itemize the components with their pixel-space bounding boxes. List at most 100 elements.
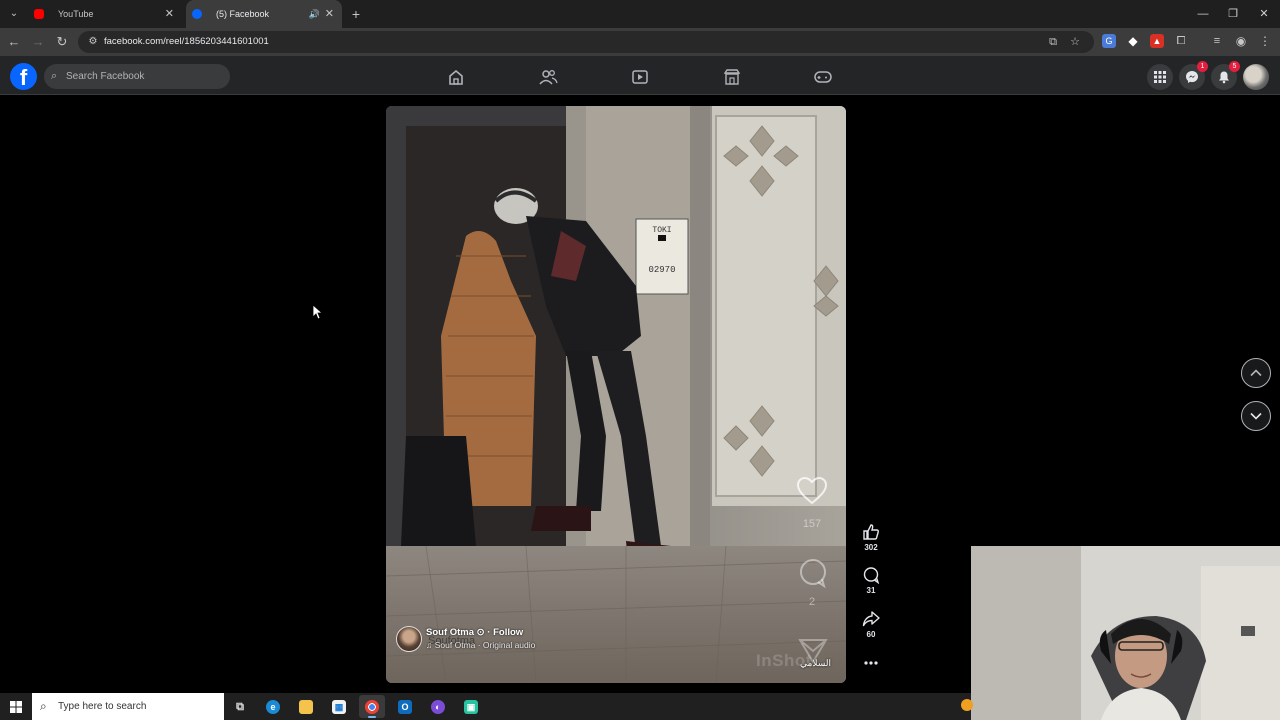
comment-button[interactable]: 31	[858, 566, 884, 595]
like-count: 302	[864, 543, 878, 552]
new-tab-button[interactable]: +	[346, 4, 366, 24]
thumbs-up-icon	[863, 524, 879, 540]
webcam-overlay	[971, 546, 1280, 720]
task-view-button[interactable]: ⧉	[227, 695, 253, 718]
profile-icon[interactable]: ◉	[1234, 34, 1248, 48]
door-plate-top: TOKI	[652, 226, 671, 235]
menu-button[interactable]	[1147, 64, 1173, 90]
chevron-up-icon	[1250, 369, 1262, 377]
reel-author: Souf Otma ⊙ · Follow Soufotma ♫ Souf Otm…	[396, 626, 696, 656]
file-explorer-button[interactable]	[293, 695, 319, 718]
app-button[interactable]: ▣	[458, 695, 484, 718]
outlook-button[interactable]: O	[392, 695, 418, 718]
extension-diamond-icon[interactable]: ◆	[1126, 34, 1140, 48]
media-control-icon[interactable]: ≡	[1210, 34, 1224, 48]
overlay-comment-count: 2	[808, 596, 816, 608]
overlay-comment-icon	[800, 559, 826, 588]
more-options-button[interactable]	[858, 654, 884, 672]
task-view-icon: ⧉	[236, 701, 244, 713]
browser-toolbar: ← → ↻ ⚙ facebook.com/reel/18562034416010…	[0, 28, 1280, 56]
forward-button[interactable]: →	[28, 32, 48, 52]
apps-grid-icon	[1154, 71, 1166, 83]
restore-button[interactable]: ❐	[1218, 0, 1248, 28]
video-icon	[632, 70, 648, 84]
follow-button[interactable]: Follow	[493, 627, 523, 638]
audio-label: Souf Otma · Original audio	[434, 640, 536, 650]
share-icon	[862, 611, 880, 627]
speaker-icon[interactable]: 🔊	[309, 0, 320, 28]
app-icon: ◐	[431, 700, 445, 714]
address-bar[interactable]: ⚙ facebook.com/reel/1856203441601001 ⧉ ☆	[78, 31, 1094, 53]
browser-tab-strip: ⌄ YouTube ✕ (5) Facebook 🔊 ✕ + — ❐ ✕	[0, 0, 1280, 28]
previous-reel-button[interactable]	[1241, 358, 1271, 388]
facebook-search-input[interactable]	[66, 64, 226, 89]
app-icon: ▣	[464, 700, 478, 714]
app-button[interactable]: ◐	[425, 695, 451, 718]
back-button[interactable]: ←	[4, 32, 24, 52]
nav-gaming[interactable]	[809, 64, 837, 90]
next-reel-button[interactable]	[1241, 401, 1271, 431]
like-button[interactable]: 302	[858, 523, 884, 552]
webcam-feed	[971, 546, 1280, 720]
tab-youtube[interactable]: YouTube ✕	[28, 0, 182, 28]
edge-icon: e	[266, 700, 280, 714]
nav-video[interactable]	[626, 64, 654, 90]
author-avatar[interactable]	[396, 626, 422, 652]
taskbar-search-input[interactable]	[58, 693, 218, 720]
search-icon: ⌕	[40, 699, 47, 713]
outlook-icon: O	[398, 700, 412, 714]
account-avatar[interactable]	[1243, 64, 1269, 90]
translate-extension-icon[interactable]: G	[1102, 34, 1116, 48]
door-plate-number: 02970	[648, 265, 675, 275]
comment-count: 31	[866, 586, 876, 595]
friends-icon	[539, 70, 558, 85]
chrome-icon	[365, 700, 379, 714]
nav-marketplace[interactable]	[718, 64, 746, 90]
music-note-icon: ♫	[426, 640, 433, 650]
facebook-icon	[192, 9, 202, 19]
close-tab-icon[interactable]: ✕	[325, 0, 334, 28]
tray-icon[interactable]	[961, 699, 973, 711]
messenger-badge: 1	[1197, 61, 1208, 72]
facebook-logo[interactable]: f	[10, 63, 37, 90]
url-text[interactable]: facebook.com/reel/1856203441601001	[104, 31, 269, 53]
taskbar-search[interactable]: ⌕	[32, 693, 224, 720]
reload-button[interactable]: ↻	[52, 32, 72, 52]
store-button[interactable]: ▦	[326, 695, 352, 718]
audio-line[interactable]: ♫ Souf Otma · Original audio	[426, 640, 535, 650]
mouse-cursor-icon	[312, 304, 322, 320]
overlay-heart-icon	[796, 476, 828, 505]
browser-menu-icon[interactable]: ⋮	[1258, 34, 1272, 48]
comment-icon	[863, 567, 880, 584]
tab-title: (5) Facebook	[216, 9, 270, 19]
reel-video[interactable]: TOKI 02970 157 2 InShot السلامي Souf Otm…	[386, 106, 846, 683]
nav-home[interactable]	[442, 64, 470, 90]
youtube-icon	[34, 9, 44, 19]
close-window-button[interactable]: ✕	[1249, 0, 1279, 28]
chrome-button[interactable]	[359, 695, 385, 718]
tab-search-button[interactable]: ⌄	[4, 4, 24, 24]
gaming-icon	[814, 71, 832, 83]
close-tab-icon[interactable]: ✕	[165, 0, 174, 28]
facebook-search[interactable]: ⌕	[44, 64, 230, 89]
nav-friends[interactable]	[534, 64, 562, 90]
install-app-icon[interactable]: ⧉	[1046, 35, 1060, 49]
share-button[interactable]: 60	[858, 610, 884, 639]
verified-icon: ⊙	[476, 627, 485, 638]
windows-logo-icon	[10, 701, 22, 713]
extension-red-icon[interactable]: ▲	[1150, 34, 1164, 48]
share-count: 60	[866, 630, 876, 639]
start-button[interactable]	[0, 693, 32, 720]
marketplace-icon	[723, 69, 741, 85]
tab-facebook[interactable]: (5) Facebook 🔊 ✕	[186, 0, 342, 28]
bookmark-star-icon[interactable]: ☆	[1068, 35, 1082, 49]
site-info-icon[interactable]: ⚙	[86, 35, 100, 49]
minimize-button[interactable]: —	[1188, 0, 1218, 28]
separator: ·	[487, 627, 491, 638]
extensions-puzzle-icon[interactable]: ⧠	[1174, 34, 1188, 48]
reel-video-frame: TOKI 02970	[386, 106, 846, 683]
overlay-like-count: 157	[802, 518, 822, 530]
store-icon: ▦	[332, 700, 346, 714]
edge-button[interactable]: e	[260, 695, 286, 718]
home-icon	[449, 69, 463, 85]
